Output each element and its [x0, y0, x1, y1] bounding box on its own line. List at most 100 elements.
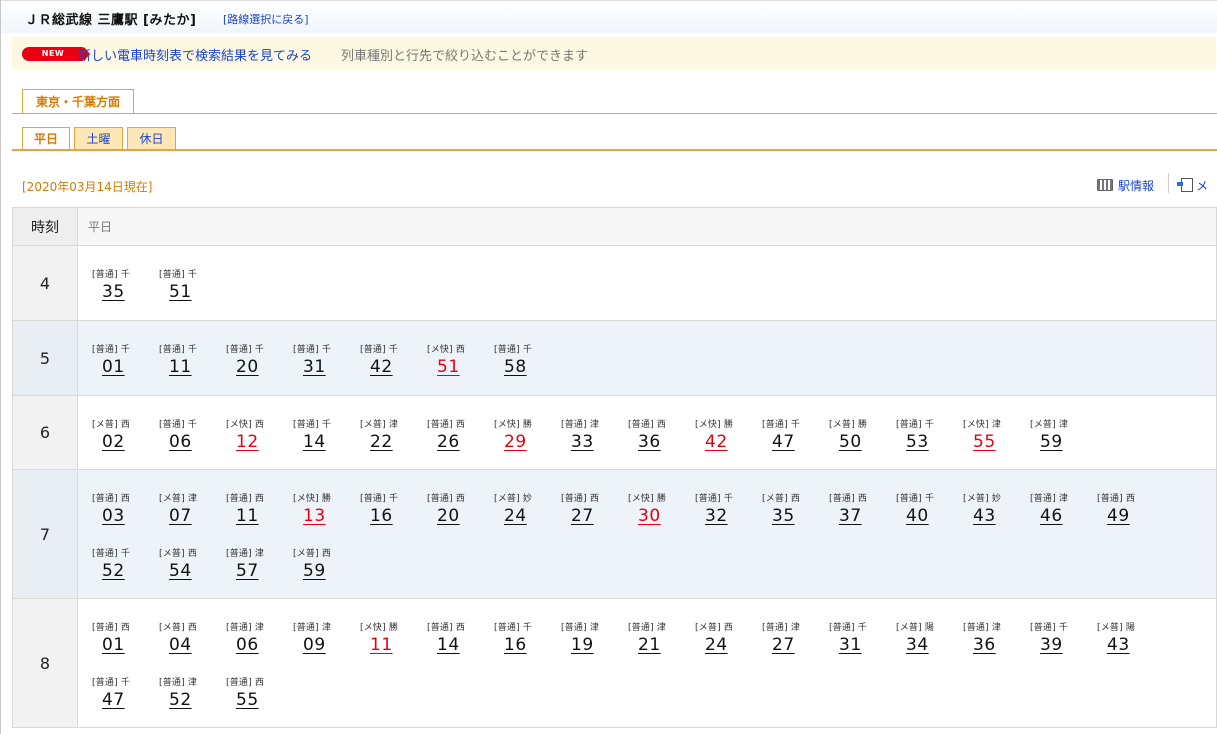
- departure-minute-link[interactable]: 01: [102, 357, 125, 377]
- departures-cell: [メ普] 西 02 [普通] 千 06 [メ快] 西 12 [普通] 千 14 [メ普] 津 22…: [77, 395, 1217, 470]
- departure-minute-link[interactable]: 32: [705, 506, 728, 526]
- departure-minute-link[interactable]: 11: [236, 506, 259, 526]
- departure-minute-link[interactable]: 52: [169, 690, 192, 710]
- train-type-destination: [メ普] 西: [293, 546, 331, 559]
- departure-minute-link[interactable]: 51: [437, 357, 460, 377]
- departure-minute-link[interactable]: 24: [504, 506, 527, 526]
- train-type: [普通]: [159, 345, 185, 355]
- train-destination: 津: [589, 420, 600, 430]
- departure-minute-link[interactable]: 42: [370, 357, 393, 377]
- departure-minute-link[interactable]: 40: [906, 506, 929, 526]
- table-row: 4 [普通] 千 35 [普通] 千 51: [12, 245, 1217, 321]
- departure-minute-link[interactable]: 42: [705, 432, 728, 452]
- departure-minute-link[interactable]: 07: [169, 506, 192, 526]
- train-type: [普通]: [695, 494, 721, 504]
- departure-minute-link[interactable]: 47: [102, 690, 125, 710]
- departure-minute-link[interactable]: 22: [370, 432, 393, 452]
- departure-minute-link[interactable]: 31: [839, 635, 862, 655]
- train-type: [メ快]: [226, 420, 252, 430]
- new-badge: NEW: [22, 47, 90, 61]
- departure-minute-link[interactable]: 11: [370, 635, 393, 655]
- back-to-line-select-link[interactable]: [路線選択に戻る]: [223, 11, 309, 27]
- train-type-destination: [普通] 千: [829, 620, 867, 633]
- departure-minute-link[interactable]: 20: [437, 506, 460, 526]
- departure-minute-link[interactable]: 21: [638, 635, 661, 655]
- train-destination: 西: [120, 494, 131, 504]
- tab-saturday[interactable]: 土曜: [74, 127, 123, 150]
- departure-minute-link[interactable]: 33: [571, 432, 594, 452]
- mail-link[interactable]: メ: [1177, 177, 1209, 194]
- hour-cell: 4: [12, 245, 78, 321]
- departure-minute-link[interactable]: 49: [1107, 506, 1130, 526]
- train-destination: 西: [589, 494, 600, 504]
- departure-minute-link[interactable]: 37: [839, 506, 862, 526]
- departure-minute-link[interactable]: 59: [303, 561, 326, 581]
- departure-minute-link[interactable]: 02: [102, 432, 125, 452]
- departure-minute-link[interactable]: 31: [303, 357, 326, 377]
- departures-cell: [普通] 西 01 [メ普] 西 04 [普通] 津 06 [普通] 津 09 [メ快] 勝 11…: [77, 598, 1217, 728]
- departure-minute-link[interactable]: 06: [236, 635, 259, 655]
- departure-minute-link[interactable]: 46: [1040, 506, 1063, 526]
- departure-minute-link[interactable]: 03: [102, 506, 125, 526]
- departure-minute-link[interactable]: 14: [437, 635, 460, 655]
- departure-item: [普通] 千 01: [92, 329, 159, 384]
- departure-minute-link[interactable]: 19: [571, 635, 594, 655]
- departure-minute-link[interactable]: 01: [102, 635, 125, 655]
- mail-label: メ: [1196, 179, 1209, 193]
- departure-item: [普通] 千 52: [92, 533, 159, 588]
- departure-minute-link[interactable]: 52: [102, 561, 125, 581]
- departure-item: [普通] 西 14: [427, 607, 494, 662]
- departure-minute-link[interactable]: 09: [303, 635, 326, 655]
- tab-holiday[interactable]: 休日: [127, 127, 176, 150]
- train-type: [普通]: [561, 420, 587, 430]
- departure-minute-link[interactable]: 16: [370, 506, 393, 526]
- tab-direction-tokyo-chiba[interactable]: 東京・千葉方面: [22, 89, 134, 113]
- departure-minute-link[interactable]: 47: [772, 432, 795, 452]
- departure-minute-link[interactable]: 27: [772, 635, 795, 655]
- departure-minute-link[interactable]: 20: [236, 357, 259, 377]
- departure-minute-link[interactable]: 35: [102, 282, 125, 302]
- departure-minute-link[interactable]: 11: [169, 357, 192, 377]
- departure-minute-link[interactable]: 36: [973, 635, 996, 655]
- departure-minute-link[interactable]: 39: [1040, 635, 1063, 655]
- departure-minute-link[interactable]: 06: [169, 432, 192, 452]
- new-timetable-link[interactable]: 新しい電車時刻表で検索結果を見てみる: [78, 45, 312, 64]
- departure-item: [普通] 千 53: [896, 404, 963, 459]
- departure-minute-link[interactable]: 04: [169, 635, 192, 655]
- departure-minute-link[interactable]: 13: [303, 506, 326, 526]
- departure-minute-link[interactable]: 53: [906, 432, 929, 452]
- departure-item: [メ快] 西 51: [427, 329, 494, 384]
- departure-minute-link[interactable]: 24: [705, 635, 728, 655]
- station-info-link[interactable]: 駅情報: [1097, 177, 1154, 194]
- departure-minute-link[interactable]: 30: [638, 506, 661, 526]
- departure-minute-link[interactable]: 51: [169, 282, 192, 302]
- departure-minute-link[interactable]: 35: [772, 506, 795, 526]
- departure-item: [普通] 千 31: [829, 607, 896, 662]
- departure-minute-link[interactable]: 55: [973, 432, 996, 452]
- departure-minute-link[interactable]: 43: [973, 506, 996, 526]
- departure-item: [普通] 西 01: [92, 607, 159, 662]
- tab-weekday[interactable]: 平日: [22, 127, 70, 151]
- departure-minute-link[interactable]: 57: [236, 561, 259, 581]
- departure-minute-link[interactable]: 54: [169, 561, 192, 581]
- departure-minute-link[interactable]: 34: [906, 635, 929, 655]
- departure-minute-link[interactable]: 50: [839, 432, 862, 452]
- departure-minute-link[interactable]: 58: [504, 357, 527, 377]
- train-type: [普通]: [92, 270, 118, 280]
- departure-item: [メ普] 西 35: [762, 478, 829, 533]
- departure-minute-link[interactable]: 29: [504, 432, 527, 452]
- departure-item: [メ普] 西 04: [159, 607, 226, 662]
- departure-minute-link[interactable]: 16: [504, 635, 527, 655]
- train-type: [普通]: [159, 420, 185, 430]
- train-type: [普通]: [360, 345, 386, 355]
- departure-minute-link[interactable]: 14: [303, 432, 326, 452]
- train-type: [メ普]: [92, 420, 118, 430]
- departure-minute-link[interactable]: 26: [437, 432, 460, 452]
- departure-minute-link[interactable]: 55: [236, 690, 259, 710]
- departure-minute-link[interactable]: 12: [236, 432, 259, 452]
- train-type-destination: [普通] 津: [293, 620, 331, 633]
- departure-minute-link[interactable]: 27: [571, 506, 594, 526]
- departure-minute-link[interactable]: 59: [1040, 432, 1063, 452]
- departure-minute-link[interactable]: 36: [638, 432, 661, 452]
- departure-minute-link[interactable]: 43: [1107, 635, 1130, 655]
